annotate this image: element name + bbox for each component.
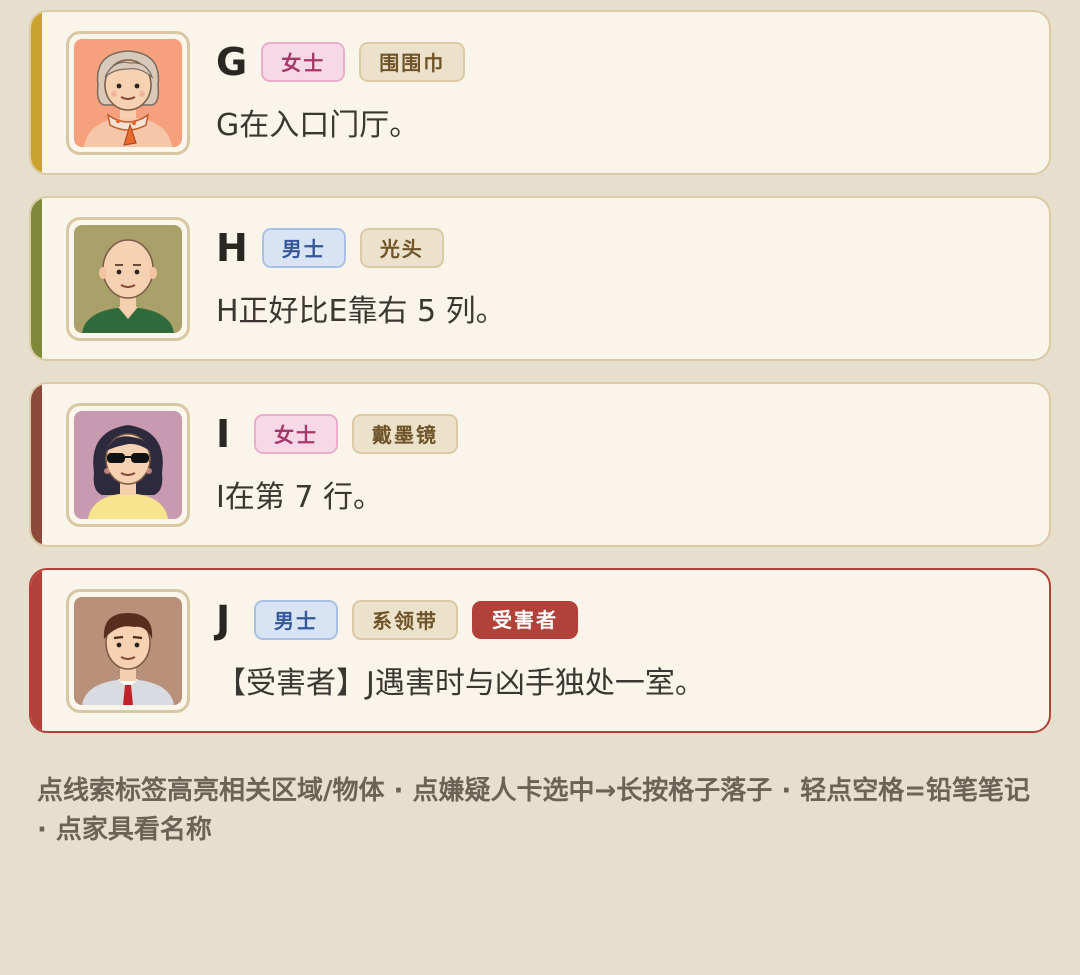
suspect-name: G	[216, 40, 248, 84]
clue-text[interactable]: I在第 7 行。	[216, 478, 383, 518]
card-accent-stripe	[31, 384, 42, 545]
avatar	[66, 31, 190, 155]
suspect-card-i[interactable]: I 女士 戴墨镜 I在第 7 行。	[29, 382, 1051, 547]
card-header: I 女士 戴墨镜	[216, 412, 458, 456]
gender-tag[interactable]: 男士	[254, 600, 338, 640]
card-header: G 女士 围围巾	[216, 40, 466, 84]
suspect-name: H	[216, 226, 248, 270]
gender-tag[interactable]: 女士	[261, 42, 346, 82]
suspect-card-g[interactable]: G 女士 围围巾 G在入口门厅。	[29, 10, 1051, 175]
suspect-card-h[interactable]: H 男士 光头 H正好比E靠右 5 列。	[29, 196, 1051, 361]
card-header: J 男士 系领带 受害者	[216, 598, 578, 642]
suspect-card-j[interactable]: J 男士 系领带 受害者 【受害者】J遇害时与凶手独处一室。	[29, 568, 1051, 733]
card-accent-stripe	[31, 12, 42, 173]
instructions-text: 点线索标签高亮相关区域/物体 · 点嫌疑人卡选中→长按格子落子 · 轻点空格=铅…	[37, 776, 1031, 845]
clue-text[interactable]: H正好比E靠右 5 列。	[216, 292, 506, 332]
man-tie-icon	[74, 597, 182, 705]
avatar	[66, 589, 190, 713]
gender-tag[interactable]: 男士	[261, 228, 346, 268]
victim-badge: 受害者	[472, 601, 578, 639]
trait-tag[interactable]: 系领带	[352, 600, 458, 640]
bald-man-icon	[74, 225, 182, 333]
card-accent-stripe	[31, 570, 42, 731]
trait-tag[interactable]: 光头	[359, 228, 444, 268]
trait-tag[interactable]: 围围巾	[359, 42, 466, 82]
suspect-name: J	[216, 598, 231, 642]
card-header: H 男士 光头	[216, 226, 444, 270]
gender-tag[interactable]: 女士	[254, 414, 338, 454]
elderly-woman-scarf-icon	[74, 39, 182, 147]
avatar	[66, 217, 190, 341]
suspect-name: I	[216, 412, 231, 456]
avatar	[66, 403, 190, 527]
woman-sunglasses-icon	[74, 411, 182, 519]
trait-tag[interactable]: 戴墨镜	[352, 414, 458, 454]
suspect-list: G 女士 围围巾 G在入口门厅。 H 男士 光头 H正好比E靠右 5 列。 I …	[29, 10, 1051, 754]
clue-text[interactable]: G在入口门厅。	[216, 106, 419, 146]
clue-text[interactable]: 【受害者】J遇害时与凶手独处一室。	[216, 664, 705, 704]
card-accent-stripe	[31, 198, 42, 359]
